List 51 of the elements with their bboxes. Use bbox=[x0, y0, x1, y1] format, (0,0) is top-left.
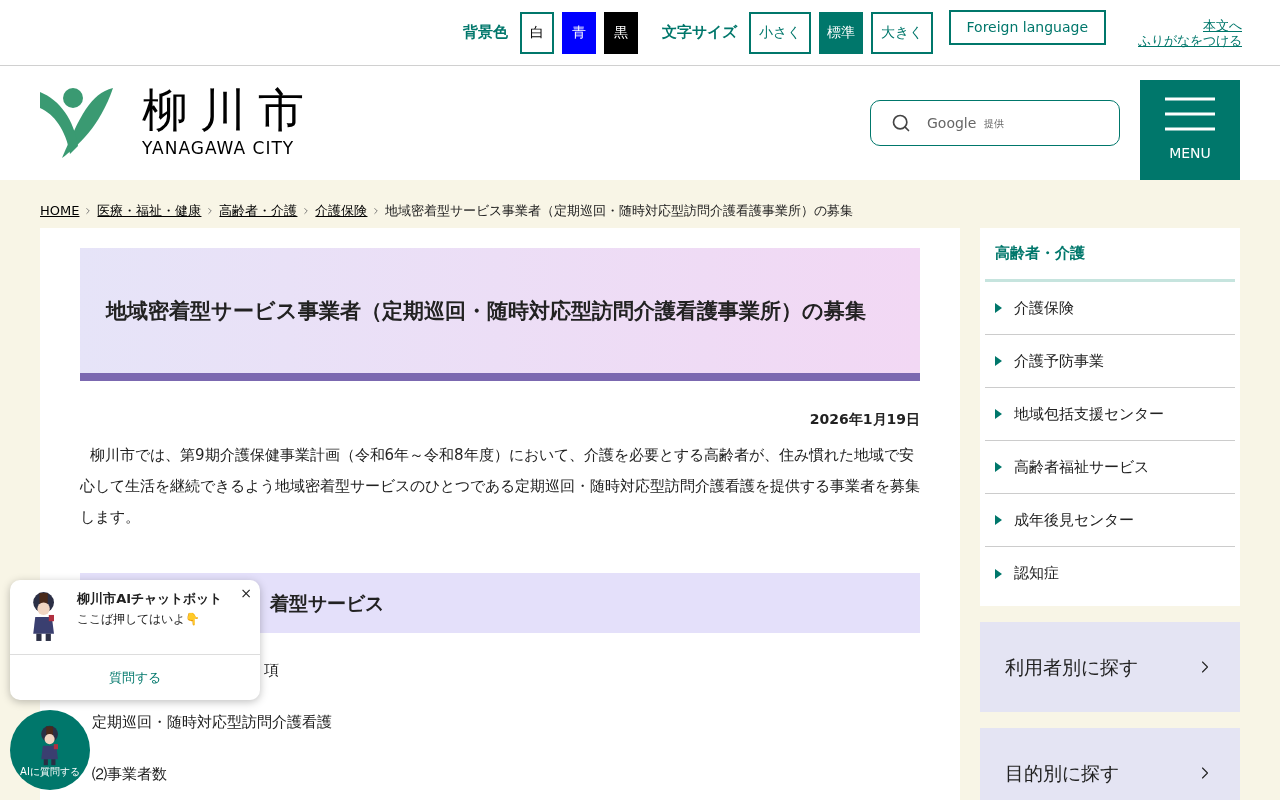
breadcrumb-link[interactable]: 医療・福祉・健康 bbox=[97, 201, 202, 221]
background-color-label: 背景色 bbox=[462, 22, 508, 44]
content-line: ⑵事業者数 bbox=[92, 764, 167, 785]
chatbot-message: ここば押してはいよ👇 bbox=[77, 611, 202, 628]
sidebar-link[interactable]: 成年後見センター bbox=[985, 494, 1235, 547]
text-size-option[interactable]: 大きく bbox=[870, 11, 933, 54]
section-heading: 着型サービス bbox=[270, 590, 384, 616]
sidebar-title: 高齢者・介護 bbox=[985, 228, 1235, 282]
triangle-icon bbox=[995, 409, 1002, 419]
text-size-option[interactable]: 小さく bbox=[748, 11, 811, 54]
triangle-icon bbox=[995, 568, 1002, 579]
text-size-label: 文字サイズ bbox=[661, 22, 737, 44]
intro-paragraph: 柳川市では、第9期介護保健事業計画（令和6年～令和8年度）において、介護を必要とする高齢者が、住み慣れた地域で安心して生活を継続できるよう地域密着型サービスのひとつである定期巡回・随時対応型訪問介護看護を提供する事業者を募集します。 bbox=[80, 445, 920, 528]
breadcrumb-link[interactable]: 介護保険 bbox=[315, 201, 368, 221]
search-provider: 提供 bbox=[984, 116, 1005, 131]
menu-icon bbox=[1165, 96, 1215, 131]
triangle-icon bbox=[995, 515, 1002, 525]
menu-button[interactable]: MENU bbox=[1140, 80, 1240, 180]
search-placeholder: Google bbox=[927, 113, 977, 133]
finder-button[interactable]: 利用者別に探す bbox=[980, 622, 1240, 712]
triangle-icon bbox=[995, 462, 1002, 472]
furigana-link[interactable]: 本文へ ふりがなをつける bbox=[1122, 18, 1242, 48]
foreign-language-button[interactable]: Foreign language bbox=[948, 10, 1106, 45]
city-name-roman: YANAGAWA CITY bbox=[142, 137, 296, 161]
content-line: 定期巡回・随時対応型訪問介護看護 bbox=[92, 712, 332, 733]
search-icon bbox=[891, 113, 911, 133]
sidebar-link[interactable]: 認知症 bbox=[985, 547, 1235, 600]
triangle-icon bbox=[995, 303, 1002, 313]
chatbot-launcher-button[interactable]: AIに質問する bbox=[10, 710, 90, 790]
breadcrumb-current: 地域密着型サービス事業者（定期巡回・随時対応型訪問介護看護事業所）の募集 bbox=[385, 202, 854, 221]
ask-question-button[interactable]: 質問する bbox=[109, 667, 161, 688]
breadcrumb-link[interactable]: HOME bbox=[40, 201, 80, 221]
triangle-icon bbox=[995, 356, 1002, 366]
city-logo-icon bbox=[40, 86, 114, 160]
sidebar-link[interactable]: 介護保険 bbox=[985, 282, 1235, 335]
background-color-option[interactable]: 青 bbox=[561, 11, 596, 54]
close-button[interactable]: × bbox=[240, 586, 252, 600]
background-color-option[interactable]: 黒 bbox=[603, 11, 638, 54]
page-title: 地域密着型サービス事業者（定期巡回・随時対応型訪問介護看護事業所）の募集 bbox=[106, 297, 866, 325]
search-field[interactable]: Google 提供 bbox=[870, 100, 1120, 146]
breadcrumb-link[interactable]: 高齢者・介護 bbox=[219, 201, 298, 221]
chatbot-title: 柳川市AIチャットボット bbox=[77, 590, 224, 607]
text-size-option[interactable]: 標準 bbox=[818, 11, 863, 54]
background-color-option[interactable]: 白 bbox=[519, 11, 554, 54]
sidebar-link[interactable]: 高齢者福祉サービス bbox=[985, 441, 1235, 494]
sidebar-link[interactable]: 地域包括支援センター bbox=[985, 388, 1235, 441]
sidebar-link[interactable]: 介護予防事業 bbox=[985, 335, 1235, 388]
city-name: 柳川市 bbox=[142, 84, 316, 137]
content-line: 項 bbox=[264, 660, 279, 681]
finder-button[interactable]: 目的別に探す bbox=[980, 728, 1240, 800]
publish-date: 2026年1月19日 bbox=[808, 410, 920, 429]
